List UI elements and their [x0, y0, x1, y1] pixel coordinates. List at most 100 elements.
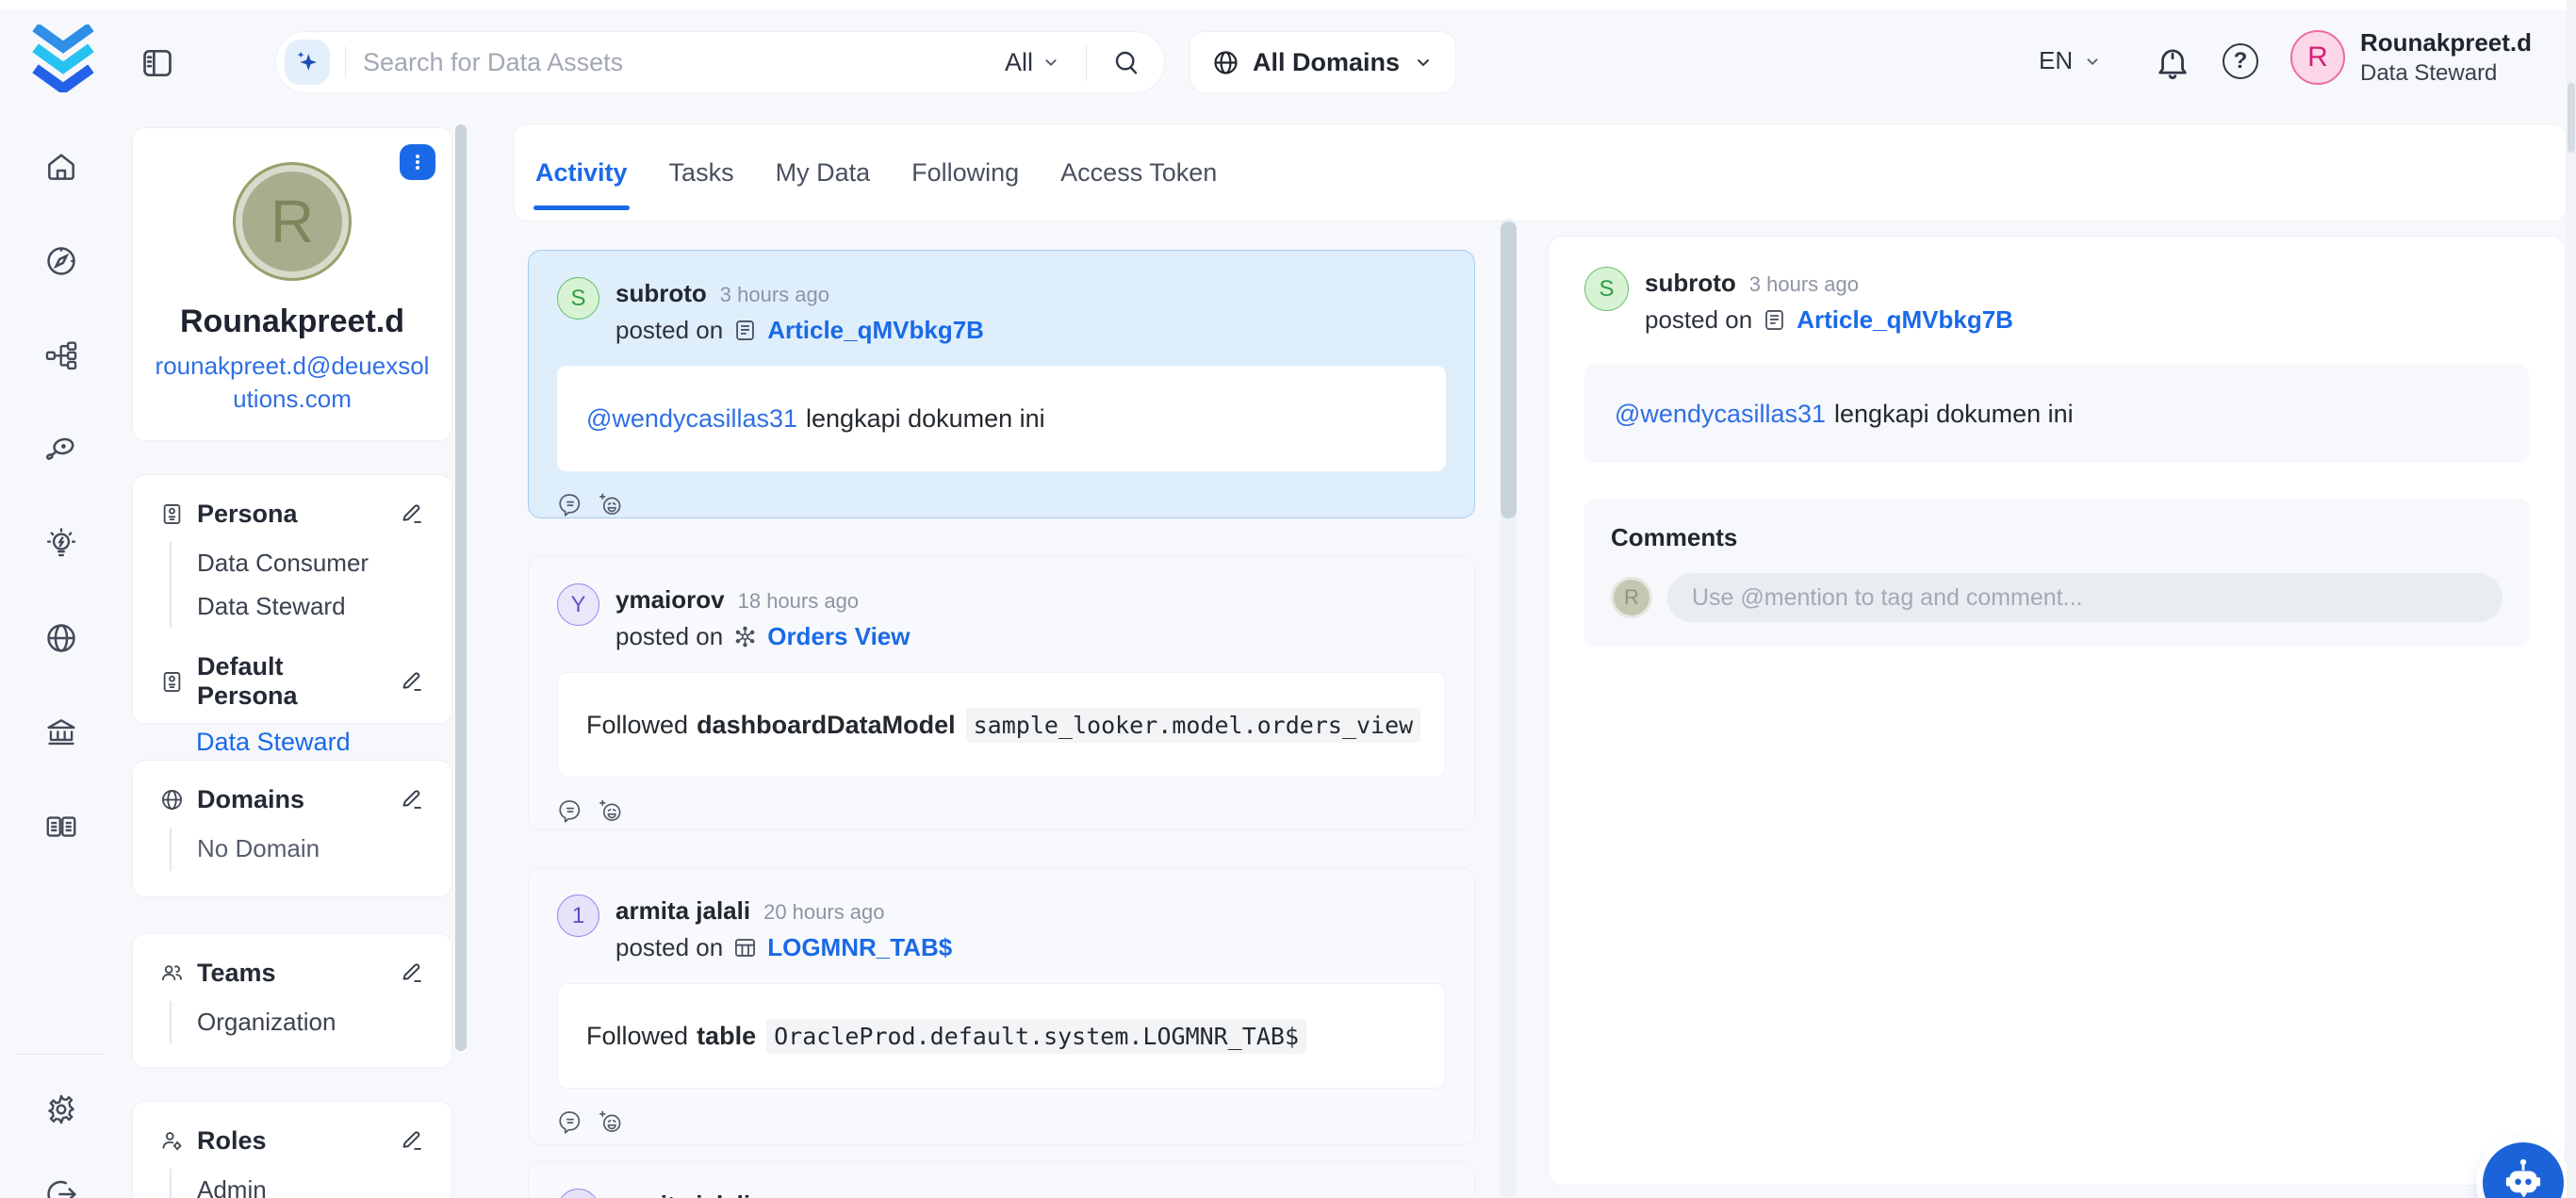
article-icon: [732, 318, 758, 343]
chevron-down-icon: [2082, 51, 2103, 72]
edit-persona-icon[interactable]: [400, 501, 425, 527]
default-persona-icon: [159, 669, 185, 695]
nav-logout-icon[interactable]: [43, 1176, 79, 1198]
edit-default-persona-icon[interactable]: [400, 669, 425, 695]
detail-user: subroto: [1645, 269, 1736, 298]
nav-domains-icon[interactable]: [43, 620, 79, 656]
tab-tasks[interactable]: Tasks: [667, 124, 736, 221]
help-icon[interactable]: ?: [2223, 43, 2258, 79]
language-label: EN: [2039, 46, 2073, 75]
detail-action: posted on: [1645, 305, 1752, 335]
nav-observability-icon[interactable]: [43, 432, 79, 468]
feed-scrollbar[interactable]: [1501, 219, 1517, 1198]
avatar: 1: [557, 1189, 599, 1198]
reply-icon[interactable]: [557, 491, 583, 517]
feed-action: posted on: [615, 316, 723, 345]
search-scope-label: All: [1005, 48, 1033, 77]
domains-card: Domains No Domain: [132, 760, 452, 897]
tab-following[interactable]: Following: [910, 124, 1021, 221]
tab-my-data[interactable]: My Data: [774, 124, 873, 221]
data-model-icon: [732, 624, 758, 649]
feed-target-link[interactable]: Article_qMVbkg7B: [767, 316, 984, 345]
teams-card: Teams Organization: [132, 933, 452, 1068]
profile-email[interactable]: rounakpreet.d@deuexsolutions.com: [155, 350, 430, 416]
header-user-role: Data Steward: [2360, 60, 2532, 87]
ai-sparkle-button[interactable]: [285, 40, 330, 85]
comment-input[interactable]: [1692, 584, 2478, 612]
profile-menu-button[interactable]: [400, 144, 435, 180]
detail-target-link[interactable]: Article_qMVbkg7B: [1797, 305, 2013, 335]
profile-scrollbar-thumb[interactable]: [455, 124, 467, 1051]
add-reaction-icon[interactable]: [598, 1108, 624, 1135]
feed-scrollbar-thumb[interactable]: [1501, 222, 1517, 518]
comment-input-pill[interactable]: [1667, 573, 2502, 622]
avatar: S: [557, 277, 599, 320]
feed-message: Followed table OracleProd.default.system…: [557, 983, 1446, 1089]
feed-item[interactable]: Y ymaiorov 18 hours ago posted on: [528, 556, 1475, 829]
page-scrollbar-thumb[interactable]: [2568, 83, 2575, 153]
detail-time: 3 hours ago: [1749, 272, 1859, 297]
avatar: Y: [557, 583, 599, 626]
chevron-down-icon: [1412, 51, 1435, 74]
add-reaction-icon[interactable]: [598, 491, 624, 517]
mention-link[interactable]: @wendycasillas31: [1615, 400, 1826, 429]
user-menu[interactable]: R Rounakpreet.d Data Steward: [2290, 28, 2576, 87]
nav-govern-icon[interactable]: [43, 714, 79, 750]
mention-link[interactable]: @wendycasillas31: [586, 404, 797, 434]
nav-lineage-icon[interactable]: [43, 337, 79, 373]
feed-user: ymaiorov: [615, 585, 725, 615]
feed-item[interactable]: 1 armita jalali 20 hours ago posted on L…: [528, 867, 1475, 1145]
nav-home-icon[interactable]: [43, 149, 79, 185]
profile-scrollbar[interactable]: [455, 123, 467, 1198]
feed-user: armita jalali: [615, 1190, 750, 1198]
nav-insights-icon[interactable]: [43, 526, 79, 562]
persona-title: Persona: [197, 500, 298, 529]
notifications-bell-icon[interactable]: [2153, 43, 2192, 83]
default-persona-value[interactable]: Data Steward: [196, 728, 425, 757]
feed-item[interactable]: 1 armita jalali: [528, 1161, 1475, 1198]
roles-icon: [159, 1128, 185, 1154]
reply-icon[interactable]: [557, 1108, 583, 1135]
teams-title: Teams: [197, 959, 276, 988]
add-reaction-icon[interactable]: [598, 797, 624, 824]
nav-explore-icon[interactable]: [43, 243, 79, 279]
feed-time: 18 hours ago: [738, 589, 859, 614]
nav-glossary-icon[interactable]: [43, 809, 79, 845]
page-scrollbar[interactable]: [2567, 0, 2576, 1198]
persona-item: Data Steward: [197, 585, 425, 629]
detail-message: @wendycasillas31 lengkapi dokumen ini: [1584, 365, 2529, 463]
app-logo-icon[interactable]: [32, 25, 94, 92]
language-selector[interactable]: EN: [2039, 46, 2103, 75]
domains-filter-button[interactable]: All Domains: [1190, 31, 1456, 93]
search-input[interactable]: [363, 48, 1005, 77]
feed-action: posted on: [615, 933, 723, 962]
edit-teams-icon[interactable]: [400, 960, 425, 986]
global-search-bar[interactable]: All: [275, 31, 1165, 93]
thread-detail-panel: S subroto 3 hours ago posted on Article_…: [1548, 236, 2566, 1186]
sidebar-toggle-icon[interactable]: [139, 45, 175, 81]
edit-domains-icon[interactable]: [400, 787, 425, 812]
profile-name: Rounakpreet.d: [133, 304, 451, 340]
teams-icon: [159, 960, 185, 986]
avatar: 1: [557, 894, 599, 937]
feed-user: subroto: [615, 279, 707, 308]
tab-access-token[interactable]: Access Token: [1058, 124, 1219, 221]
profile-card: R Rounakpreet.d rounakpreet.d@deuexsolut…: [132, 127, 452, 441]
reply-icon[interactable]: [557, 797, 583, 824]
left-nav-rail: [0, 113, 121, 1198]
header-user-name: Rounakpreet.d: [2360, 28, 2532, 57]
search-icon[interactable]: [1111, 47, 1141, 77]
table-icon: [732, 935, 758, 960]
tab-activity[interactable]: Activity: [533, 124, 630, 221]
chevron-down-icon: [1041, 52, 1061, 73]
nav-settings-icon[interactable]: [43, 1091, 79, 1127]
search-scope-dropdown[interactable]: All: [1005, 48, 1061, 77]
feed-message: @wendycasillas31 lengkapi dokumen ini: [557, 366, 1446, 471]
comment-avatar: R: [1611, 577, 1652, 618]
profile-panel: R Rounakpreet.d rounakpreet.d@deuexsolut…: [132, 123, 452, 1198]
edit-roles-icon[interactable]: [400, 1128, 425, 1154]
feed-item-selected[interactable]: S subroto 3 hours ago posted on Article_…: [528, 250, 1475, 518]
feed-target-link[interactable]: LOGMNR_TAB$: [767, 933, 952, 962]
feed-target-link[interactable]: Orders View: [767, 622, 910, 651]
domains-value: No Domain: [197, 828, 425, 871]
